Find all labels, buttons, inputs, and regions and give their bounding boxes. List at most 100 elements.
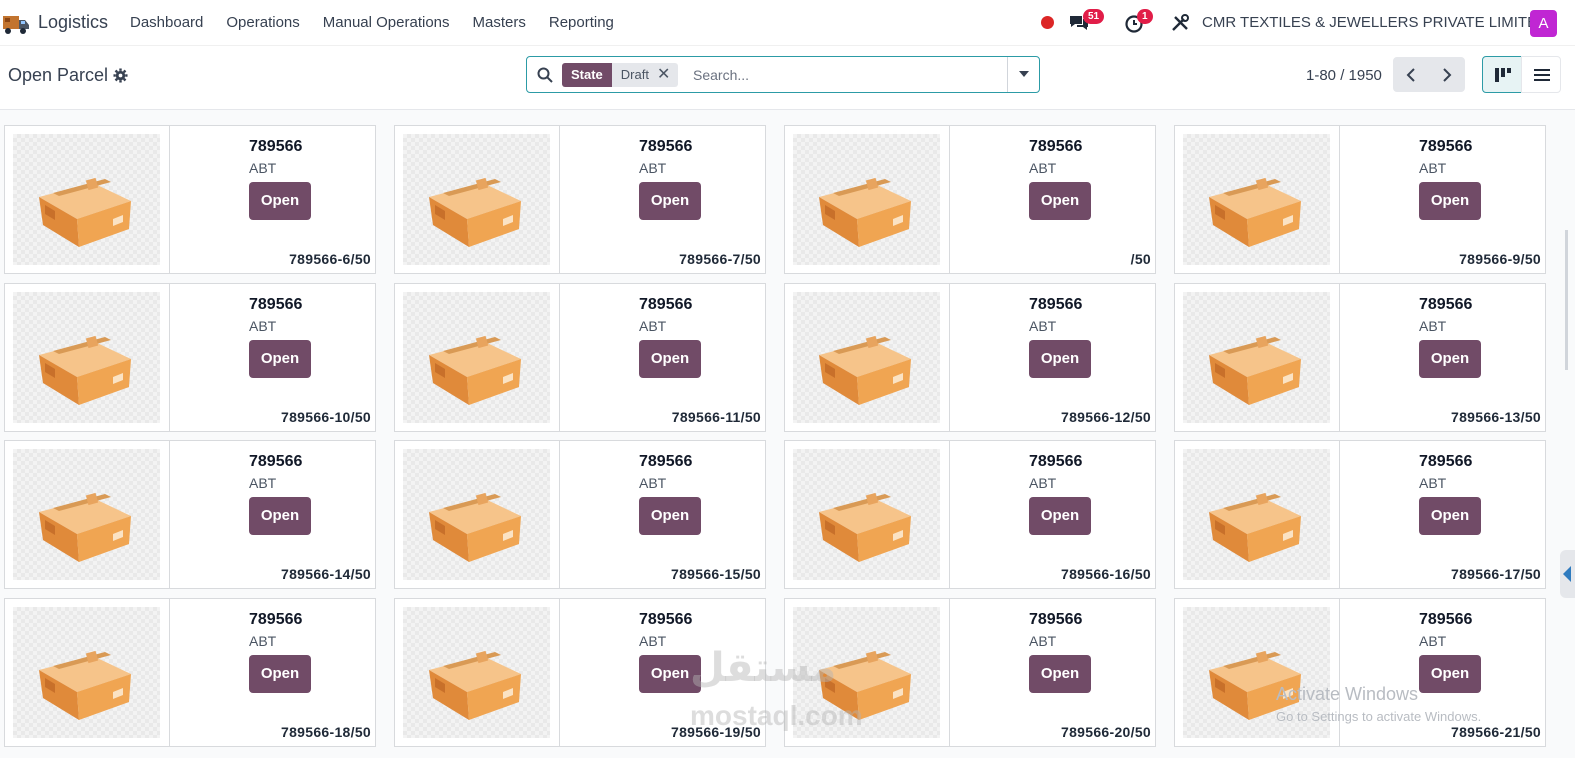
scrollbar[interactable] — [1565, 230, 1568, 370]
open-button[interactable]: Open — [1029, 497, 1091, 535]
open-button[interactable]: Open — [249, 497, 311, 535]
watermark-logo: مستقل — [690, 646, 837, 690]
card-reference: 789566-21/50 — [1450, 724, 1541, 740]
card-reference: 789566-6/50 — [289, 251, 371, 267]
parcel-box-icon — [39, 492, 131, 562]
facet-label: State — [562, 63, 612, 87]
user-avatar[interactable]: A — [1530, 10, 1557, 37]
card-image — [1175, 284, 1340, 431]
menu-item-dashboard[interactable]: Dashboard — [130, 14, 203, 31]
card-reference: 789566-20/50 — [1060, 724, 1151, 740]
company-switcher[interactable]: CMR TEXTILES & JEWELLERS PRIVATE LIMITED — [1202, 14, 1548, 31]
parcel-box-icon — [39, 177, 131, 247]
parcel-card[interactable]: 789566 ABT Open 789566-13/50 — [1174, 283, 1546, 432]
parcel-card[interactable]: 789566 ABT Open 789566-9/50 — [1174, 125, 1546, 274]
menu-item-manual-operations[interactable]: Manual Operations — [323, 14, 450, 31]
parcel-card[interactable]: 789566 ABT Open 789566-17/50 — [1174, 440, 1546, 589]
facet-remove-icon[interactable]: ✕ — [657, 63, 670, 87]
parcel-card[interactable]: 789566 ABT Open/50 — [784, 125, 1156, 274]
card-reference: /50 — [1130, 251, 1151, 267]
watermark-site: mostaql.com — [690, 700, 863, 731]
open-button[interactable]: Open — [249, 182, 311, 220]
parcel-box-icon — [429, 492, 521, 562]
search-input[interactable] — [693, 64, 1003, 86]
open-button[interactable]: Open — [1419, 340, 1481, 378]
card-subtitle: ABT — [249, 633, 277, 649]
card-image — [395, 599, 560, 746]
parcel-card[interactable]: 789566 ABT Open 789566-12/50 — [784, 283, 1156, 432]
card-reference: 789566-17/50 — [1450, 566, 1541, 582]
card-subtitle: ABT — [1029, 475, 1057, 491]
open-button[interactable]: Open — [1419, 182, 1481, 220]
pager-next-button[interactable] — [1429, 57, 1465, 92]
parcel-card[interactable]: 789566 ABT Open 789566-14/50 — [4, 440, 376, 589]
parcel-card[interactable]: 789566 ABT Open 789566-7/50 — [394, 125, 766, 274]
open-button[interactable]: Open — [1419, 655, 1481, 693]
card-title: 789566 — [639, 296, 693, 313]
open-button[interactable]: Open — [639, 340, 701, 378]
parcel-box-icon — [819, 177, 911, 247]
page-title[interactable]: Open Parcel — [8, 65, 108, 86]
parcel-card[interactable]: 789566 ABT Open 789566-6/50 — [4, 125, 376, 274]
parcel-card[interactable]: 789566 ABT Open 789566-10/50 — [4, 283, 376, 432]
parcel-card[interactable]: 789566 ABT Open 789566-15/50 — [394, 440, 766, 589]
kanban-view-button[interactable] — [1482, 56, 1522, 93]
card-subtitle: ABT — [639, 160, 667, 176]
search-options-toggle[interactable] — [1007, 57, 1039, 92]
card-subtitle: ABT — [1419, 633, 1447, 649]
open-button[interactable]: Open — [639, 497, 701, 535]
card-image — [785, 441, 950, 588]
card-image — [785, 126, 950, 273]
menu-item-operations[interactable]: Operations — [226, 14, 299, 31]
arrow-left-icon — [1563, 566, 1571, 582]
list-view-button[interactable] — [1521, 56, 1561, 93]
tools-icon[interactable] — [1170, 13, 1190, 33]
card-reference: 789566-12/50 — [1060, 409, 1151, 425]
pager-previous-button[interactable] — [1393, 57, 1429, 92]
open-button[interactable]: Open — [1419, 497, 1481, 535]
facet-value-text: Draft — [620, 67, 649, 82]
open-button[interactable]: Open — [249, 340, 311, 378]
open-button[interactable]: Open — [1029, 340, 1091, 378]
kanban-icon — [1495, 68, 1511, 82]
parcel-box-icon — [429, 335, 521, 405]
card-image — [395, 441, 560, 588]
menu-item-reporting[interactable]: Reporting — [549, 14, 614, 31]
pager-value[interactable]: 1-80 / 1950 — [1306, 67, 1382, 84]
card-image — [5, 441, 170, 588]
card-subtitle: ABT — [249, 160, 277, 176]
parcel-card[interactable]: 789566 ABT Open 789566-11/50 — [394, 283, 766, 432]
parcel-card[interactable]: 789566 ABT Open 789566-16/50 — [784, 440, 1156, 589]
parcel-card[interactable]: 789566 ABT Open 789566-18/50 — [4, 598, 376, 747]
parcel-box-icon — [39, 650, 131, 720]
search-icon[interactable] — [537, 67, 553, 83]
card-reference: 789566-7/50 — [679, 251, 761, 267]
card-title: 789566 — [1029, 611, 1083, 628]
card-title: 789566 — [1419, 138, 1473, 155]
parcel-box-icon — [1209, 177, 1301, 247]
truck-app-icon[interactable] — [2, 10, 30, 36]
open-button[interactable]: Open — [1029, 182, 1091, 220]
top-navbar: Logistics Dashboard Operations Manual Op… — [0, 0, 1575, 46]
record-indicator-dot[interactable] — [1041, 16, 1054, 29]
open-button[interactable]: Open — [249, 655, 311, 693]
open-button[interactable]: Open — [1029, 655, 1091, 693]
card-title: 789566 — [249, 453, 303, 470]
card-subtitle: ABT — [1029, 633, 1057, 649]
card-subtitle: ABT — [1419, 475, 1447, 491]
side-panel-toggle[interactable] — [1560, 550, 1575, 598]
menu-item-masters[interactable]: Masters — [473, 14, 526, 31]
search-facet-state: State Draft ✕ — [562, 63, 679, 87]
card-reference: 789566-18/50 — [280, 724, 371, 740]
parcel-box-icon — [819, 335, 911, 405]
card-image — [5, 284, 170, 431]
card-title: 789566 — [249, 138, 303, 155]
card-subtitle: ABT — [639, 633, 667, 649]
parcel-card[interactable]: 789566 ABT Open 789566-21/50 — [1174, 598, 1546, 747]
gear-icon[interactable] — [113, 68, 128, 83]
chevron-left-icon — [1406, 68, 1415, 82]
app-name[interactable]: Logistics — [38, 12, 108, 33]
main-menu: Dashboard Operations Manual Operations M… — [130, 14, 637, 31]
open-button[interactable]: Open — [639, 182, 701, 220]
card-reference: 789566-9/50 — [1459, 251, 1541, 267]
